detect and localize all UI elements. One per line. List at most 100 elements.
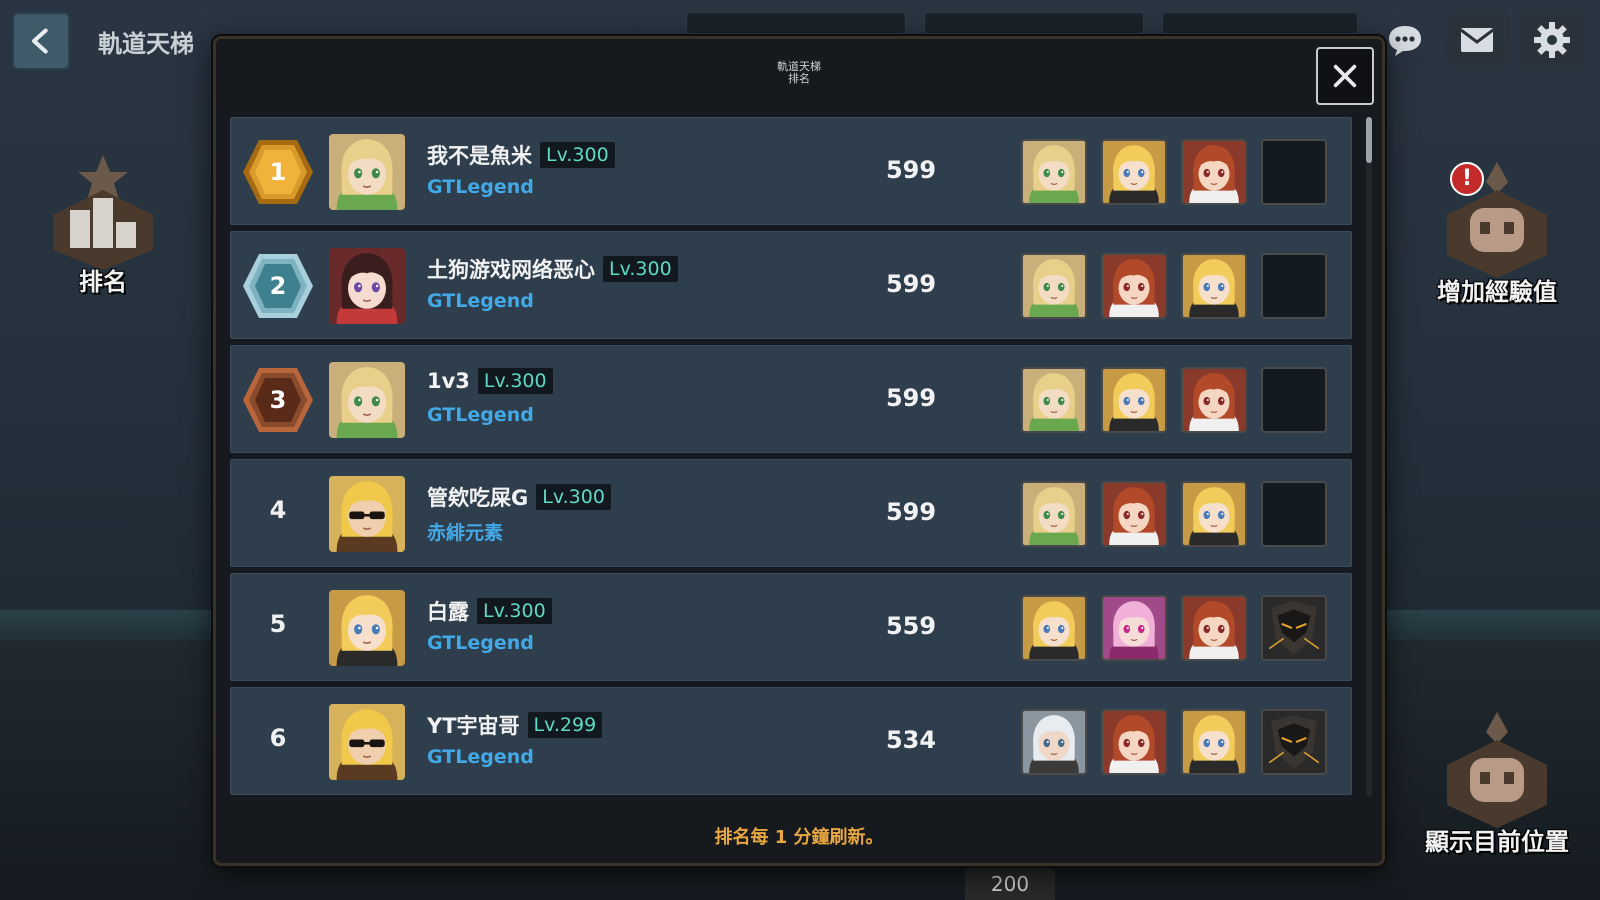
guild-name: GTLegend — [427, 746, 534, 768]
player-name-line: YT宇宙哥 Lv.299 — [427, 710, 603, 740]
player-avatar-blonde-elf-portrait[interactable] — [329, 362, 405, 438]
ranking-modal: 軌道天梯 排名 1 我不是魚米 Lv.300 GTLegend 599 2 土狗… — [213, 36, 1385, 866]
guild-name: GTLegend — [427, 404, 534, 426]
close-icon — [1333, 64, 1357, 88]
rank-number: 1 — [269, 158, 287, 186]
chat-icon — [1389, 26, 1421, 56]
hero-redhead-maid-portrait[interactable] — [1101, 481, 1167, 547]
player-level-badge: Lv.300 — [603, 256, 678, 282]
ranking-row[interactable]: 2 土狗游戏网络恶心 Lv.300 GTLegend 599 — [230, 231, 1352, 339]
team-lineup — [1021, 595, 1327, 661]
hero-blonde-elf-portrait[interactable] — [1021, 139, 1087, 205]
rank-number: 6 — [269, 724, 287, 752]
player-score: 599 — [885, 156, 937, 184]
player-name: 1v3 — [427, 369, 470, 393]
hero-blonde-elf-portrait[interactable] — [1021, 253, 1087, 319]
rank-silver-badge-icon: 2 — [241, 250, 315, 322]
player-level-badge: Lv.299 — [527, 712, 603, 738]
team-lineup — [1021, 481, 1327, 547]
mail-button[interactable] — [1445, 12, 1509, 68]
empty-hero-slot[interactable] — [1261, 481, 1327, 547]
screen-title: 軌道天梯 — [98, 30, 194, 58]
back-button[interactable] — [12, 12, 70, 70]
gear-icon — [1534, 22, 1570, 58]
mail-icon — [1460, 28, 1494, 52]
team-lineup — [1021, 253, 1327, 319]
hero-blonde-elf-portrait[interactable] — [1021, 481, 1087, 547]
guild-name: 赤緋元素 — [427, 522, 504, 544]
player-score: 534 — [885, 726, 937, 754]
robot-emblem-icon — [1442, 710, 1552, 830]
team-lineup — [1021, 367, 1327, 433]
team-lineup — [1021, 139, 1327, 205]
empty-hero-slot[interactable] — [1261, 139, 1327, 205]
add-exp-button[interactable]: ! 增加經驗值 — [1422, 160, 1572, 307]
hero-dark-armor-portrait[interactable] — [1261, 709, 1327, 775]
scrollbar-thumb[interactable] — [1366, 117, 1372, 163]
player-avatar-sunglasses-blonde-portrait[interactable] — [329, 476, 405, 552]
hero-blonde-knight-portrait[interactable] — [1101, 367, 1167, 433]
player-level-badge: Lv.300 — [536, 484, 611, 510]
hero-blonde-knight-portrait[interactable] — [1181, 253, 1247, 319]
rank-number: 2 — [269, 272, 287, 300]
player-score: 599 — [885, 270, 937, 298]
rank-number: 4 — [269, 496, 287, 524]
guild-name: GTLegend — [427, 632, 534, 654]
ranking-button[interactable]: 排名 — [28, 150, 178, 297]
player-avatar-blonde-elf-portrait[interactable] — [329, 134, 405, 210]
hero-blonde-knight-portrait[interactable] — [1021, 595, 1087, 661]
ranking-row[interactable]: 3 1v3 Lv.300 GTLegend 599 — [230, 345, 1352, 453]
player-avatar-sunglasses-blonde-portrait[interactable] — [329, 704, 405, 780]
player-level-badge: Lv.300 — [540, 142, 615, 168]
empty-hero-slot[interactable] — [1261, 253, 1327, 319]
modal-title-line2: 排名 — [788, 72, 810, 85]
hero-blonde-knight-portrait[interactable] — [1181, 709, 1247, 775]
floor-counter: 200 — [965, 868, 1055, 900]
player-name: YT宇宙哥 — [427, 714, 520, 738]
team-lineup — [1021, 709, 1327, 775]
rank-number: 5 — [269, 610, 287, 638]
modal-title: 軌道天梯 排名 — [216, 61, 1382, 85]
robot-emblem-icon: ! — [1442, 160, 1552, 280]
alert-badge: ! — [1450, 162, 1484, 196]
player-level-badge: Lv.300 — [477, 368, 553, 394]
ranking-row[interactable]: 4 管欸吃屎G Lv.300 赤緋元素 599 — [230, 459, 1352, 567]
hero-redhead-maid-portrait[interactable] — [1101, 709, 1167, 775]
hero-redhead-maid-portrait[interactable] — [1101, 253, 1167, 319]
hero-dark-armor-portrait[interactable] — [1261, 595, 1327, 661]
hero-redhead-maid-portrait[interactable] — [1181, 367, 1247, 433]
player-name: 管欸吃屎G — [427, 486, 529, 510]
settings-button[interactable] — [1520, 12, 1584, 68]
show-position-button[interactable]: 顯示目前位置 — [1422, 710, 1572, 857]
hero-white-hair-portrait[interactable] — [1021, 709, 1087, 775]
modal-header: 軌道天梯 排名 — [216, 39, 1382, 109]
ranking-row[interactable]: 1 我不是魚米 Lv.300 GTLegend 599 — [230, 117, 1352, 225]
hero-redhead-maid-portrait[interactable] — [1181, 595, 1247, 661]
hero-blonde-knight-portrait[interactable] — [1101, 139, 1167, 205]
player-avatar-dark-hair-girl-portrait[interactable] — [329, 248, 405, 324]
player-avatar-blonde-knight-portrait[interactable] — [329, 590, 405, 666]
ranking-row[interactable]: 6 YT宇宙哥 Lv.299 GTLegend 534 — [230, 687, 1352, 795]
refresh-note: 排名每 1 分鐘刷新。 — [714, 827, 884, 848]
ranking-list[interactable]: 1 我不是魚米 Lv.300 GTLegend 599 2 土狗游戏网络恶心 L… — [230, 117, 1352, 799]
hero-redhead-maid-portrait[interactable] — [1181, 139, 1247, 205]
player-score: 599 — [885, 384, 937, 412]
rank-number: 3 — [269, 386, 287, 414]
ranking-row[interactable]: 5 白露 Lv.300 GTLegend 559 — [230, 573, 1352, 681]
scrollbar[interactable] — [1366, 117, 1372, 797]
rank-gold-badge-icon: 1 — [241, 136, 315, 208]
player-name-line: 我不是魚米 Lv.300 — [427, 140, 615, 170]
guild-name: GTLegend — [427, 290, 534, 312]
empty-hero-slot[interactable] — [1261, 367, 1327, 433]
hero-blonde-knight-portrait[interactable] — [1181, 481, 1247, 547]
player-score: 559 — [885, 612, 937, 640]
ranking-podium-icon — [48, 150, 158, 270]
player-name: 白露 — [427, 600, 469, 624]
hero-blonde-elf-portrait[interactable] — [1021, 367, 1087, 433]
hero-pink-hair-girl-portrait[interactable] — [1101, 595, 1167, 661]
close-button[interactable] — [1316, 47, 1374, 105]
player-name-line: 1v3 Lv.300 — [427, 368, 553, 394]
guild-name: GTLegend — [427, 176, 534, 198]
player-level-badge: Lv.300 — [477, 598, 552, 624]
player-name: 我不是魚米 — [427, 144, 532, 168]
